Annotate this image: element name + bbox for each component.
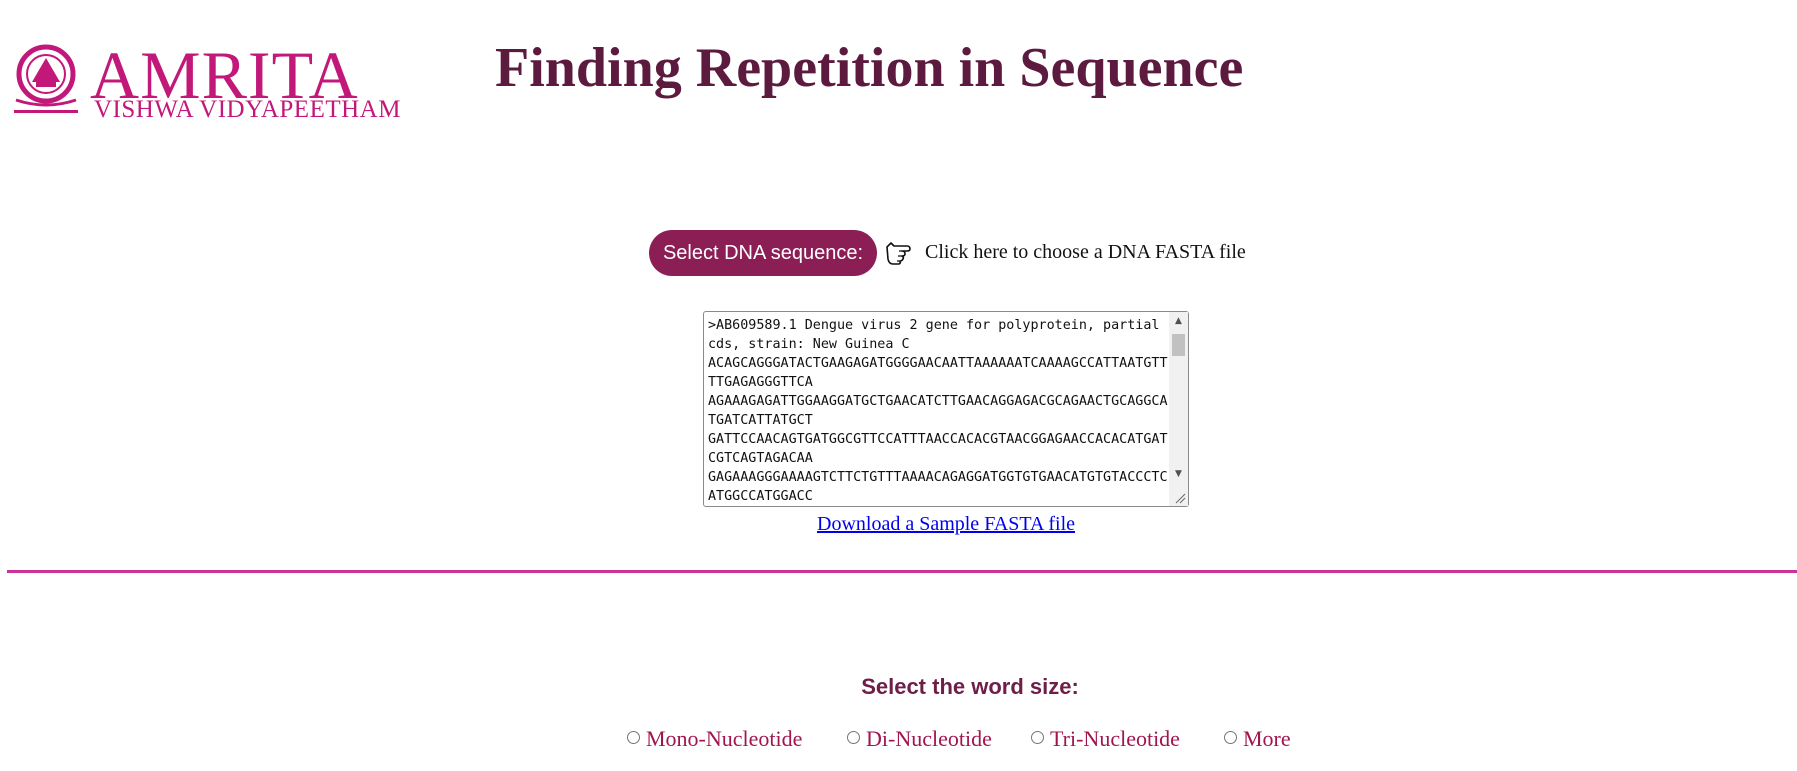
word-size-label: Select the word size:	[861, 674, 1079, 699]
section-divider	[7, 570, 1797, 573]
radio-label: Tri-Nucleotide	[1050, 726, 1180, 751]
sequence-scrollbar[interactable]: ▲ ▼	[1169, 312, 1188, 506]
scrollbar-thumb[interactable]	[1172, 334, 1185, 356]
resize-handle-icon[interactable]	[1174, 492, 1186, 504]
radio-label: Di-Nucleotide	[866, 726, 992, 751]
select-dna-sequence-button[interactable]: Select DNA sequence:	[649, 230, 877, 276]
scroll-down-arrow-icon[interactable]: ▼	[1169, 465, 1188, 482]
sequence-textarea[interactable]: >AB609589.1 Dengue virus 2 gene for poly…	[704, 312, 1168, 506]
radio-di-nucleotide[interactable]: Di-Nucleotide	[847, 726, 992, 752]
radio-mono-nucleotide[interactable]: Mono-Nucleotide	[627, 726, 802, 752]
pointing-hand-icon	[886, 242, 911, 265]
amrita-emblem-icon	[14, 44, 78, 113]
logo-subtitle: VISHWA VIDYAPEETHAM	[94, 96, 401, 123]
radio-label: More	[1243, 726, 1291, 751]
sequence-textarea-container: >AB609589.1 Dengue virus 2 gene for poly…	[703, 311, 1189, 507]
choose-fasta-file-label: Click here to choose a DNA FASTA file	[925, 240, 1246, 263]
choose-fasta-file-link[interactable]: Click here to choose a DNA FASTA file	[885, 234, 1246, 270]
radio-more[interactable]: More	[1224, 726, 1291, 752]
radio-button-icon[interactable]	[847, 730, 860, 744]
radio-label: Mono-Nucleotide	[646, 726, 803, 751]
radio-button-icon[interactable]	[627, 730, 640, 744]
scroll-up-arrow-icon[interactable]: ▲	[1169, 312, 1188, 329]
page-title: Finding Repetition in Sequence	[495, 37, 1244, 99]
amrita-logo: AMRITA VISHWA VIDYAPEETHAM	[10, 37, 400, 123]
download-sample-fasta-link[interactable]: Download a Sample FASTA file	[817, 513, 1075, 536]
radio-button-icon[interactable]	[1031, 730, 1044, 744]
radio-tri-nucleotide[interactable]: Tri-Nucleotide	[1031, 726, 1180, 752]
radio-button-icon[interactable]	[1224, 730, 1237, 744]
